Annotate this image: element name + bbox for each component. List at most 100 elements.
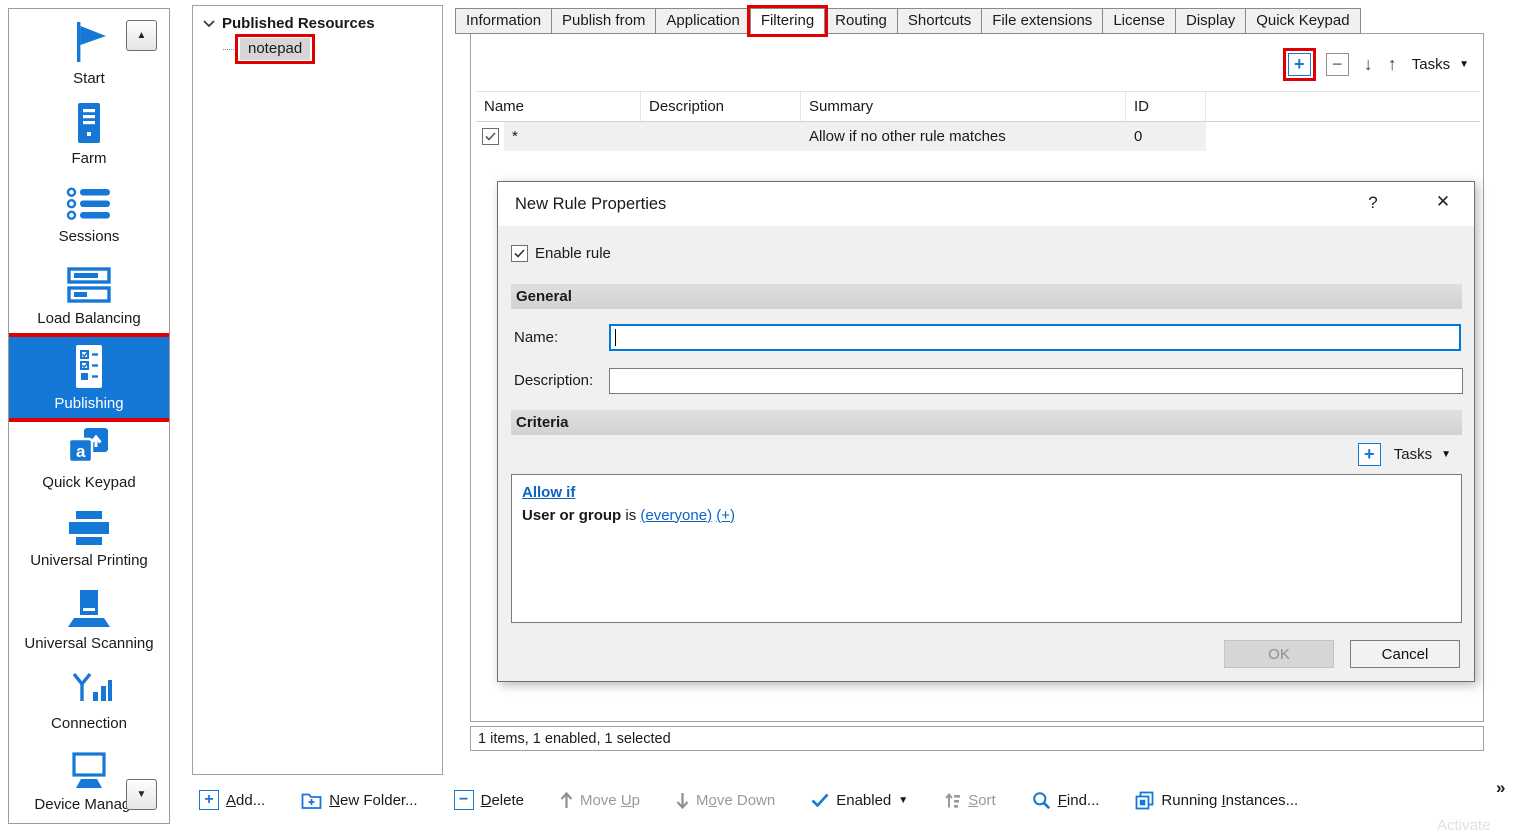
help-button[interactable]: ? <box>1362 193 1384 213</box>
rules-table-header: Name Description Summary ID <box>476 91 1480 122</box>
find-button[interactable]: Find... <box>1032 791 1100 810</box>
description-field[interactable] <box>609 368 1463 394</box>
table-row[interactable]: * Allow if no other rule matches 0 <box>476 122 1480 151</box>
sidebar-item-load-balancing[interactable]: Load Balancing <box>9 256 169 337</box>
delete-button[interactable]: − Delete <box>454 790 524 810</box>
name-field[interactable] <box>609 324 1461 351</box>
add-rule-button[interactable]: + <box>1288 53 1311 76</box>
published-resources-tree: Published Resources notepad <box>192 5 443 775</box>
sessions-list-icon <box>66 186 112 222</box>
chevron-down-icon: ▼ <box>898 795 908 806</box>
column-header-summary[interactable]: Summary <box>801 92 1126 121</box>
sort-icon <box>944 792 961 809</box>
rules-table: Name Description Summary ID * Allow if n… <box>476 91 1480 151</box>
tree-root-label: Published Resources <box>222 15 375 32</box>
add-criteria-button[interactable]: + <box>1358 443 1381 466</box>
chevron-down-icon: ▼ <box>1441 449 1451 460</box>
tab-filtering[interactable]: Filtering <box>750 8 825 34</box>
tab-information[interactable]: Information <box>455 8 552 34</box>
svg-text:a: a <box>76 442 86 461</box>
sidebar-item-universal-scanning[interactable]: Universal Scanning <box>9 580 169 661</box>
sidebar-item-label: Universal Scanning <box>24 635 153 652</box>
criteria-section-header: Criteria <box>511 410 1462 435</box>
sidebar-item-sessions[interactable]: Sessions <box>9 175 169 256</box>
tab-routing[interactable]: Routing <box>824 8 898 34</box>
arrow-up-icon <box>560 792 573 809</box>
rule-name-cell: * <box>504 128 641 145</box>
enable-rule-label: Enable rule <box>535 245 611 262</box>
minus-icon: − <box>1332 54 1343 75</box>
quick-keypad-icon: a <box>66 426 112 468</box>
sidebar-item-label: Sessions <box>59 228 120 245</box>
printer-icon <box>66 510 112 546</box>
tree-item-notepad[interactable]: notepad <box>240 38 310 60</box>
enabled-dropdown-button[interactable]: Enabled ▼ <box>811 792 908 809</box>
tab-display[interactable]: Display <box>1175 8 1246 34</box>
rule-value-link[interactable]: (everyone) <box>640 507 712 524</box>
tab-shortcuts[interactable]: Shortcuts <box>897 8 982 34</box>
move-up-button[interactable]: Move Up <box>560 792 640 809</box>
ok-button[interactable]: OK <box>1224 640 1334 668</box>
tab-quick-keypad[interactable]: Quick Keypad <box>1245 8 1360 34</box>
toolbar-overflow-chevrons[interactable]: » <box>1496 778 1505 798</box>
check-icon <box>514 249 525 258</box>
remove-rule-button[interactable]: − <box>1326 53 1349 76</box>
sort-button[interactable]: Sort <box>944 792 996 809</box>
close-button[interactable]: ✕ <box>1431 192 1455 212</box>
criteria-toolbar: + Tasks ▼ <box>1358 443 1451 466</box>
name-label: Name: <box>514 329 558 346</box>
rule-operator: is <box>625 507 636 524</box>
new-folder-button[interactable]: New Folder... <box>301 791 417 810</box>
sidebar-item-label: Farm <box>72 150 107 167</box>
sidebar-scroll-up-button[interactable]: ▲ <box>126 20 157 51</box>
tasks-menu-button[interactable]: Tasks ▼ <box>1412 56 1469 73</box>
sidebar-item-universal-printing[interactable]: Universal Printing <box>9 499 169 580</box>
column-header-description[interactable]: Description <box>641 92 801 121</box>
criteria-rule-box: Allow if User or group is (everyone) (+) <box>511 474 1462 623</box>
move-rule-down-button[interactable]: ↓ <box>1364 54 1373 75</box>
criteria-tasks-menu-button[interactable]: Tasks ▼ <box>1394 446 1451 463</box>
status-text: 1 items, 1 enabled, 1 selected <box>478 731 671 747</box>
rule-add-link[interactable]: (+) <box>716 507 735 524</box>
rule-subject: User or group <box>522 507 621 524</box>
rule-id-cell: 0 <box>1126 128 1206 145</box>
sidebar-item-farm[interactable]: Farm <box>9 94 169 175</box>
sidebar-item-label: Start <box>73 70 105 87</box>
move-rule-up-button[interactable]: ↑ <box>1388 54 1397 75</box>
sidebar-item-quick-keypad[interactable]: a Quick Keypad <box>9 418 169 499</box>
flag-icon <box>69 20 109 64</box>
bottom-toolbar: + Add... New Folder... − Delete Move Up … <box>199 786 1298 814</box>
rule-summary-cell: Allow if no other rule matches <box>801 128 1126 145</box>
publishing-checklist-icon <box>71 344 107 389</box>
tasks-label: Tasks <box>1412 56 1450 73</box>
cancel-button[interactable]: Cancel <box>1350 640 1460 668</box>
close-icon: ✕ <box>1436 192 1450 211</box>
enable-rule-row: Enable rule <box>511 245 611 262</box>
enable-rule-checkbox[interactable] <box>511 245 528 262</box>
arrow-down-icon <box>676 792 689 809</box>
status-bar: 1 items, 1 enabled, 1 selected <box>470 726 1484 751</box>
sidebar-item-connection[interactable]: Connection <box>9 661 169 742</box>
rule-enabled-checkbox[interactable] <box>482 128 499 145</box>
move-down-button[interactable]: Move Down <box>676 792 775 809</box>
question-mark-icon: ? <box>1368 193 1377 212</box>
tree-connector <box>223 49 238 50</box>
plus-icon: + <box>1294 54 1305 75</box>
column-header-id[interactable]: ID <box>1126 92 1206 121</box>
tab-publish-from[interactable]: Publish from <box>551 8 656 34</box>
column-header-name[interactable]: Name <box>476 92 641 121</box>
running-instances-button[interactable]: Running Instances... <box>1135 791 1298 810</box>
tab-file-extensions[interactable]: File extensions <box>981 8 1103 34</box>
tree-root-published-resources[interactable]: Published Resources <box>193 6 442 32</box>
tab-application[interactable]: Application <box>655 8 750 34</box>
tab-license[interactable]: License <box>1102 8 1176 34</box>
add-button[interactable]: + Add... <box>199 790 265 810</box>
sidebar-scroll-down-button[interactable]: ▼ <box>126 779 157 810</box>
sidebar-item-publishing[interactable]: Publishing <box>9 337 169 418</box>
rule-action-link[interactable]: Allow if <box>522 484 575 501</box>
check-icon <box>485 132 496 141</box>
text-caret <box>615 329 616 346</box>
check-icon <box>811 793 829 807</box>
general-section-header: General <box>511 284 1462 309</box>
sidebar-item-label: Load Balancing <box>37 310 140 327</box>
